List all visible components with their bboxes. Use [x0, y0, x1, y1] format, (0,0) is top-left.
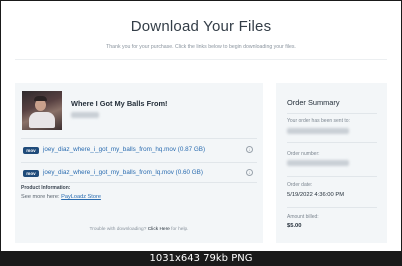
image-caption: 1031x643 79kb PNG — [0, 252, 402, 266]
file-type-badge: mov — [23, 147, 39, 154]
files-divider-middle — [21, 162, 257, 163]
product-thumbnail — [22, 91, 62, 130]
order-number-label: Order number: — [287, 151, 320, 157]
thumbnail-hat-shape — [34, 96, 47, 101]
summary-divider — [287, 176, 377, 177]
help-text: Trouble with downloading? Click Here for… — [15, 227, 263, 232]
thumbnail-shirt-shape — [29, 112, 55, 128]
order-date-value: 5/19/2022 4:36:00 PM — [287, 192, 345, 198]
amount-billed-label: Amount billed: — [287, 214, 319, 220]
file-row[interactable]: mov joey_diaz_where_i_got_my_balls_from_… — [21, 145, 257, 157]
page-title: Download Your Files — [130, 18, 272, 35]
store-link[interactable]: PayLoadz Store — [61, 194, 101, 200]
help-link[interactable]: Click Here — [148, 227, 170, 232]
summary-divider — [287, 142, 377, 143]
help-suffix: for help. — [169, 227, 189, 232]
page-subtitle: Thank you for your purchase. Click the l… — [106, 44, 296, 50]
summary-divider — [287, 113, 377, 114]
redacted-order-number — [287, 160, 349, 166]
see-more-text: See more here: PayLoadz Store — [21, 194, 101, 200]
product-info-label: Product Information: — [21, 185, 71, 191]
files-panel: Where I Got My Balls From! mov joey_diaz… — [15, 83, 263, 243]
order-date-label: Order date: — [287, 182, 313, 188]
header-divider — [15, 59, 387, 60]
files-divider-bottom — [21, 182, 257, 183]
redacted-email — [287, 128, 349, 134]
summary-divider — [287, 207, 377, 208]
help-prefix: Trouble with downloading? — [89, 227, 148, 232]
amount-billed-value: $5.00 — [287, 223, 302, 229]
order-summary-heading: Order Summary — [287, 98, 340, 107]
redacted-product-detail — [71, 112, 99, 118]
file-download-link[interactable]: joey_diaz_where_i_got_my_balls_from_lq.m… — [43, 169, 203, 176]
order-summary-panel: Order Summary Your order has been sent t… — [276, 83, 387, 243]
download-page: Download Your Files Thank you for your p… — [1, 1, 401, 251]
files-divider-top — [21, 138, 257, 139]
file-row[interactable]: mov joey_diaz_where_i_got_my_balls_from_… — [21, 168, 257, 180]
file-type-badge: mov — [23, 170, 39, 177]
file-download-link[interactable]: joey_diaz_where_i_got_my_balls_from_hq.m… — [43, 146, 205, 153]
download-icon[interactable]: ↓ — [246, 169, 253, 176]
download-icon[interactable]: ↓ — [246, 146, 253, 153]
see-more-prefix: See more here: — [21, 194, 62, 200]
sent-to-label: Your order has been sent to: — [287, 118, 350, 124]
product-title: Where I Got My Balls From! — [71, 99, 168, 108]
